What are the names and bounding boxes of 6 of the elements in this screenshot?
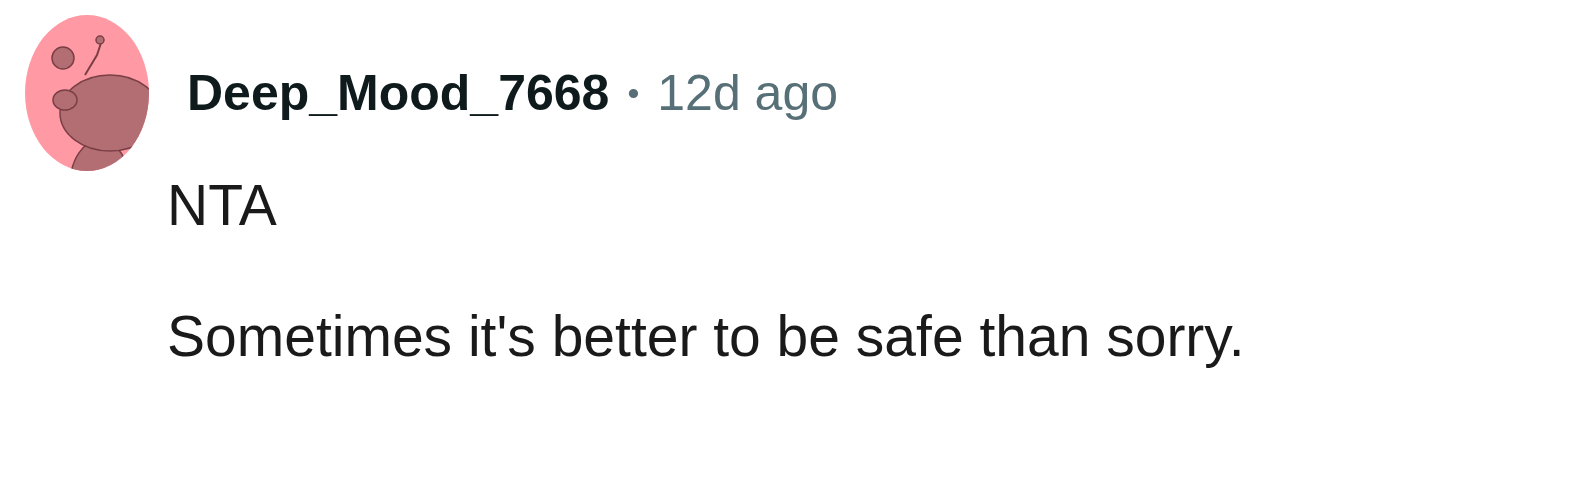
timestamp: 12d ago	[657, 64, 839, 122]
comment-text: Sometimes it's better to be safe than sorry.	[167, 303, 1246, 371]
username[interactable]: Deep_Mood_7668	[187, 64, 610, 122]
separator-dot: •	[627, 73, 640, 113]
avatar-icon	[25, 15, 149, 171]
comment-text: NTA	[167, 172, 278, 239]
